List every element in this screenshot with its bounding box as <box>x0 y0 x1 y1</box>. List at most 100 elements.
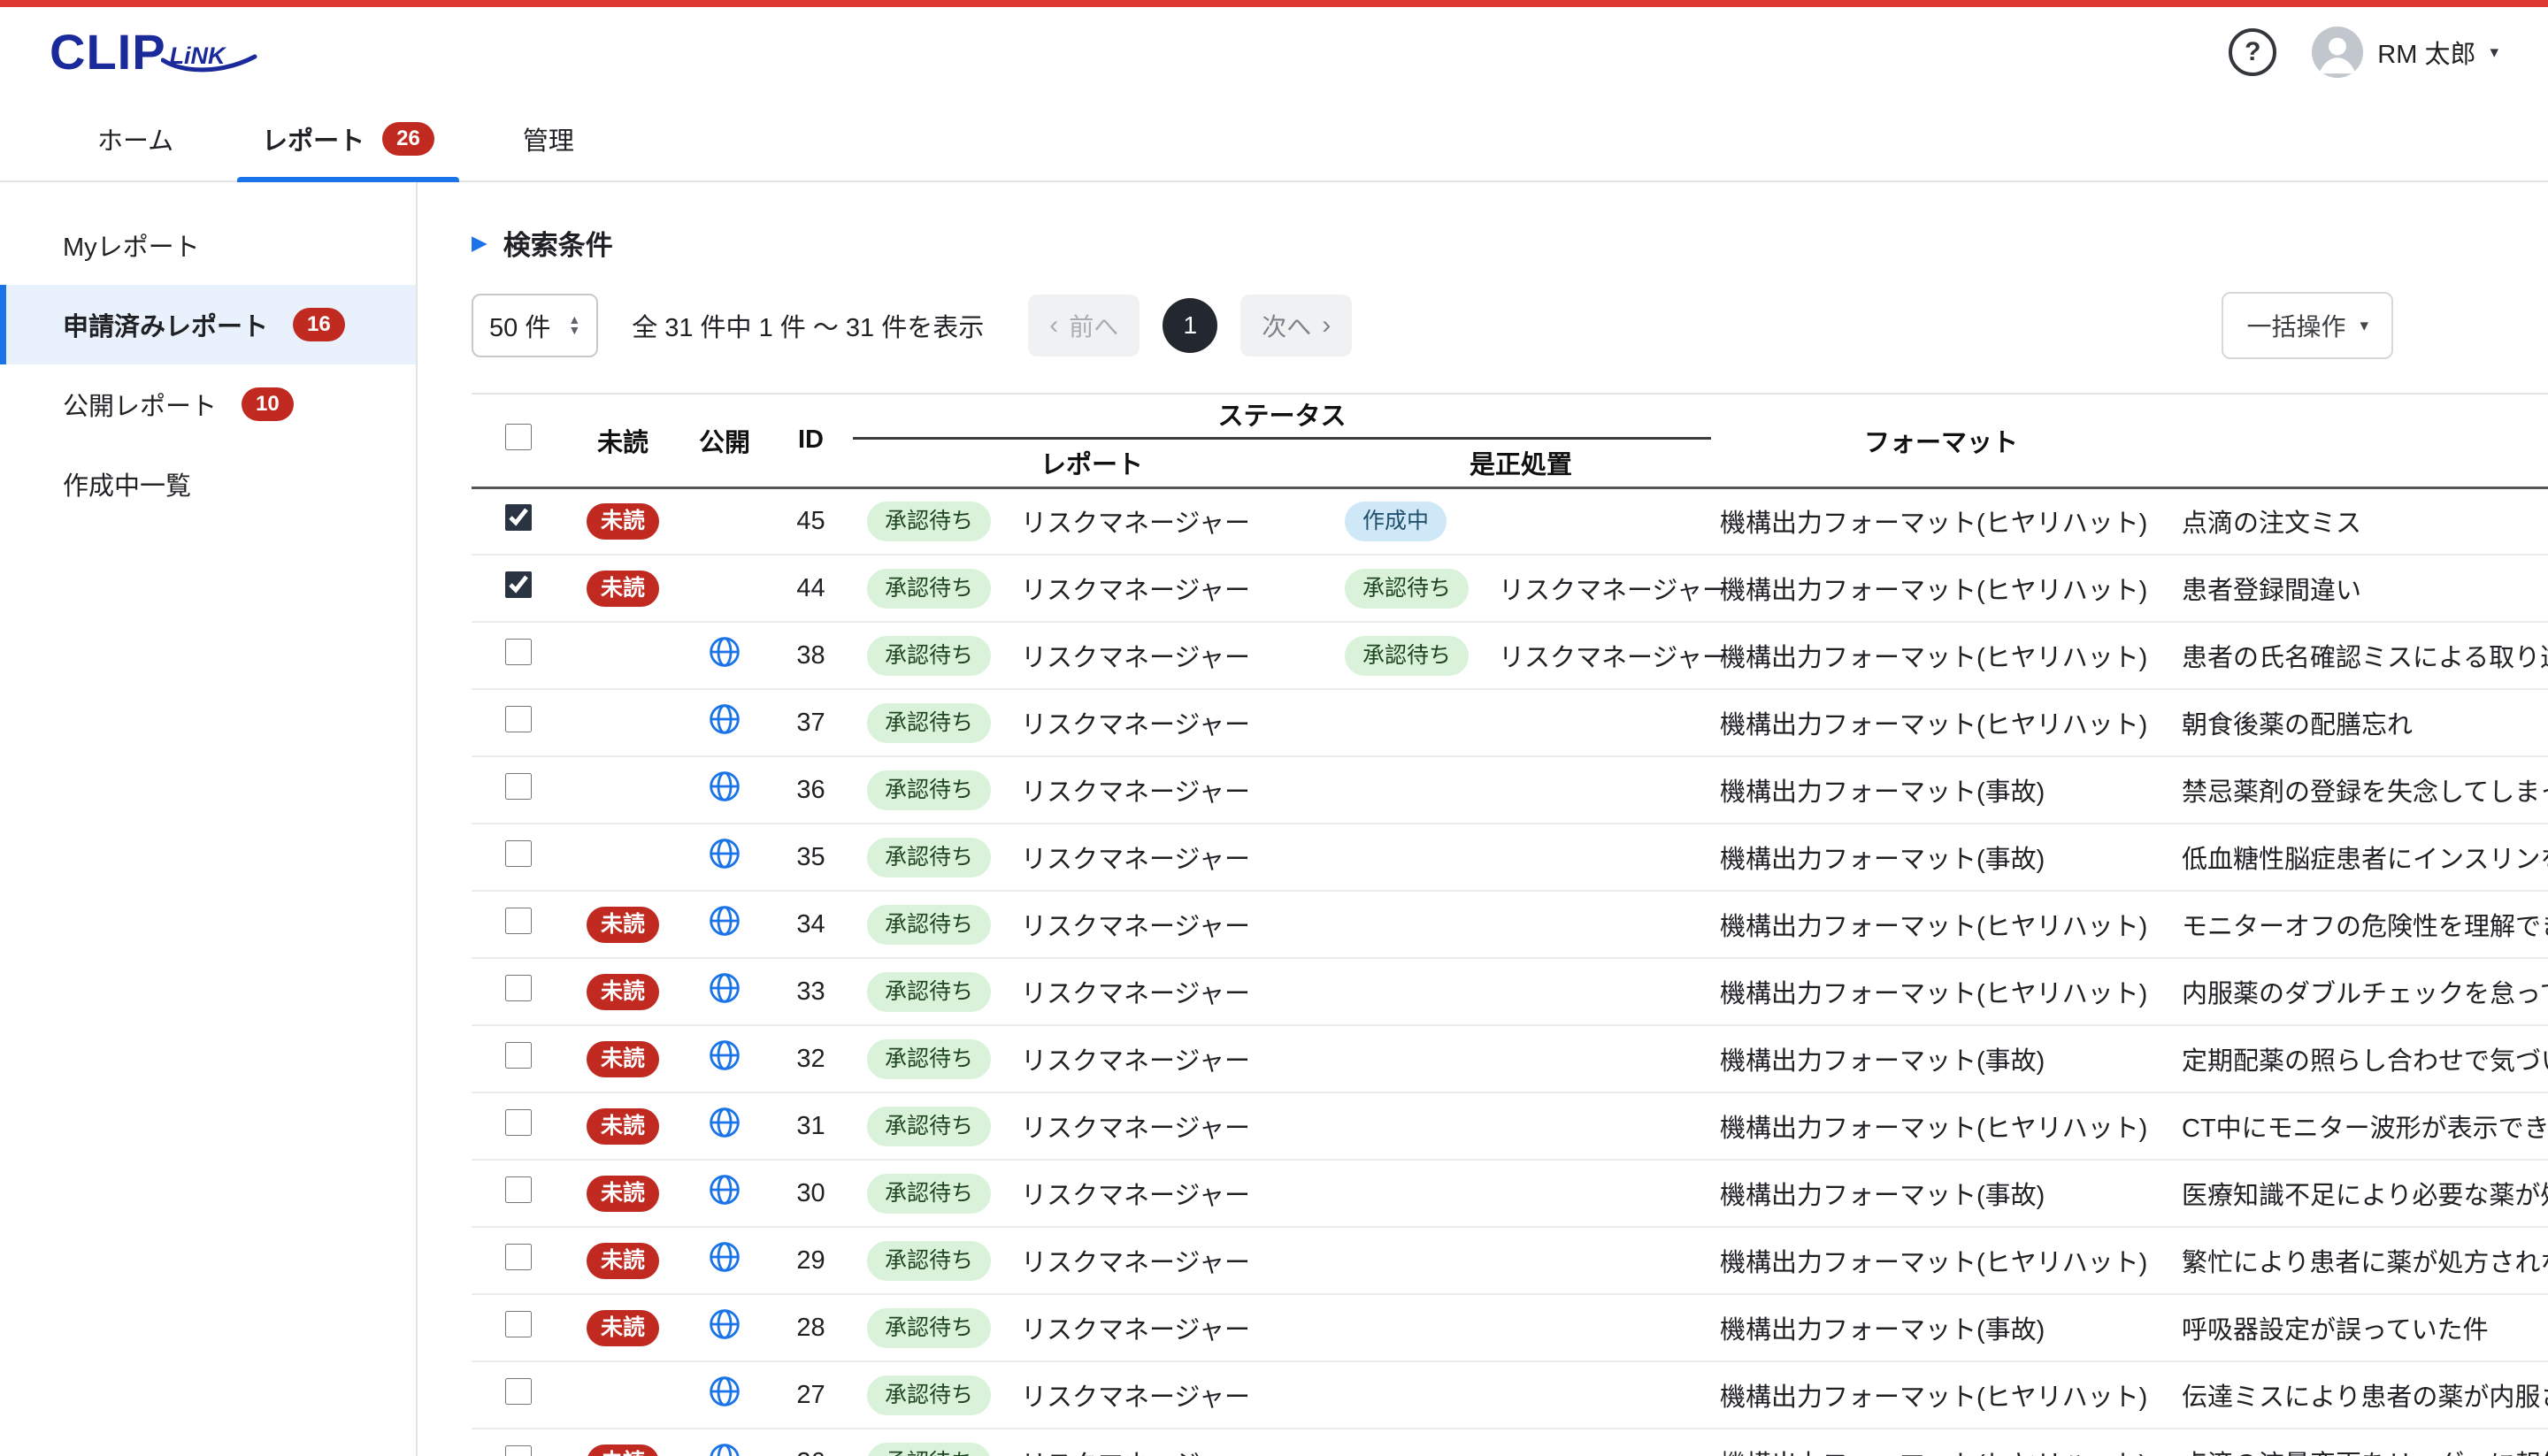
top-accent-bar <box>0 0 2548 7</box>
corrective-owner: リスクマネージャー <box>1499 644 1728 672</box>
sidebar: Myレポート 申請済みレポート 16 公開レポート 10 作成中一覧 <box>0 182 418 1456</box>
chevron-down-icon: ▾ <box>2360 316 2368 335</box>
table-row[interactable]: 未読 33 承認待ち リスクマネージャー 機構出力フォーマット(ヒヤリハット) … <box>472 958 2548 1026</box>
table-row[interactable]: 未読 30 承認待ち リスクマネージャー 機構出力フォーマット(事故) 医療知識… <box>472 1160 2548 1228</box>
report-owner: リスクマネージャー <box>1021 778 1250 807</box>
row-checkbox[interactable] <box>505 1176 532 1203</box>
list-toolbar: 50 件 ▲ ▼ 全 31 件中 1 件 〜 31 件を表示 ‹ 前へ 1 次へ… <box>472 292 2393 359</box>
tab-label: レポート <box>262 127 365 156</box>
table-row[interactable]: 未読 29 承認待ち リスクマネージャー 機構出力フォーマット(ヒヤリハット) … <box>472 1227 2548 1295</box>
table-row[interactable]: 未読 31 承認待ち リスクマネージャー 機構出力フォーマット(ヒヤリハット) … <box>472 1092 2548 1161</box>
row-id: 44 <box>769 555 853 623</box>
row-checkbox[interactable] <box>505 1378 532 1405</box>
report-status-badge: 承認待ち <box>867 971 992 1012</box>
select-all-checkbox[interactable] <box>505 423 532 450</box>
user-name: RM 太郎 <box>2377 41 2476 69</box>
report-status-badge: 承認待ち <box>867 1106 992 1146</box>
bulk-action-button[interactable]: 一括操作 ▾ <box>2222 292 2393 359</box>
page-size-value: 50 件 <box>489 314 551 342</box>
row-checkbox[interactable] <box>505 1042 532 1069</box>
row-checkbox[interactable] <box>505 706 532 732</box>
tab-admin[interactable]: 管理 <box>479 97 618 180</box>
row-checkbox[interactable] <box>505 1244 532 1270</box>
tab-reports[interactable]: レポート 26 <box>218 97 479 182</box>
header-status-group: ステータス <box>853 394 1712 440</box>
row-checkbox[interactable] <box>505 1445 532 1456</box>
unread-badge: 未読 <box>586 1444 659 1456</box>
row-checkbox[interactable] <box>505 975 532 1001</box>
row-checkbox[interactable] <box>505 504 532 532</box>
row-id: 45 <box>769 487 853 556</box>
search-conditions-toggle[interactable]: ▶ 検索条件 <box>472 223 2548 263</box>
report-owner: リスクマネージャー <box>1021 644 1250 672</box>
public-globe-icon <box>707 634 742 670</box>
report-owner: リスクマネージャー <box>1021 577 1250 605</box>
pagination: ‹ 前へ 1 次へ › <box>1028 295 1353 356</box>
row-checkbox[interactable] <box>505 1311 532 1337</box>
sidebar-item-drafts[interactable]: 作成中一覧 <box>0 444 416 524</box>
help-button[interactable]: ? <box>2229 28 2277 76</box>
tab-label: 管理 <box>522 127 574 156</box>
report-status-badge: 承認待ち <box>867 837 992 877</box>
sidebar-item-public-reports[interactable]: 公開レポート 10 <box>0 364 416 444</box>
row-title: 点滴の流量変更をリーダーに報告せず <box>2171 1429 2548 1456</box>
report-owner: リスクマネージャー <box>1021 1182 1250 1210</box>
chevron-down-icon: ▾ <box>2490 42 2498 62</box>
row-checkbox[interactable] <box>505 639 532 665</box>
unread-badge: 未読 <box>586 502 659 540</box>
sidebar-item-submitted-reports[interactable]: 申請済みレポート 16 <box>0 285 416 364</box>
row-format: 機構出力フォーマット(事故) <box>1711 1025 2172 1093</box>
table-row[interactable]: 未読 45 承認待ち リスクマネージャー 作成中 機構出力フォーマット(ヒヤリハ… <box>472 487 2548 556</box>
report-owner: リスクマネージャー <box>1021 980 1250 1008</box>
row-id: 31 <box>769 1092 853 1161</box>
table-row[interactable]: 37 承認待ち リスクマネージャー 機構出力フォーマット(ヒヤリハット) 朝食後… <box>472 689 2548 757</box>
table-row[interactable]: 未読 44 承認待ち リスクマネージャー 承認待ち リスクマネージャー 機構出力… <box>472 555 2548 623</box>
user-menu[interactable]: RM 太郎 ▾ <box>2312 27 2498 78</box>
search-conditions-title: 検索条件 <box>503 230 613 261</box>
header-id: ID <box>769 394 853 489</box>
public-globe-icon <box>707 903 742 939</box>
report-status-badge: 承認待ち <box>867 770 992 810</box>
sidebar-item-label: Myレポート <box>63 234 200 262</box>
table-row[interactable]: 未読 32 承認待ち リスクマネージャー 機構出力フォーマット(事故) 定期配薬… <box>472 1025 2548 1093</box>
row-checkbox[interactable] <box>505 840 532 867</box>
row-title: 患者の氏名確認ミスによる取り違え <box>2171 622 2548 690</box>
current-page-indicator[interactable]: 1 <box>1163 298 1218 353</box>
table-row[interactable]: 35 承認待ち リスクマネージャー 機構出力フォーマット(事故) 低血糖性脳症患… <box>472 824 2548 892</box>
table-row[interactable]: 38 承認待ち リスクマネージャー 承認待ち リスクマネージャー 機構出力フォー… <box>472 622 2548 690</box>
corrective-status-badge: 承認待ち <box>1345 635 1470 676</box>
app-logo[interactable]: CLIP LiNK <box>50 27 257 77</box>
row-id: 38 <box>769 622 853 690</box>
next-page-button[interactable]: 次へ › <box>1240 295 1353 356</box>
table-row[interactable]: 27 承認待ち リスクマネージャー 機構出力フォーマット(ヒヤリハット) 伝達ミ… <box>472 1361 2548 1429</box>
table-row[interactable]: 未読 34 承認待ち リスクマネージャー 機構出力フォーマット(ヒヤリハット) … <box>472 891 2548 959</box>
unread-badge: 未読 <box>586 906 659 943</box>
row-id: 29 <box>769 1227 853 1295</box>
header-corrective: 是正処置 <box>1331 438 1712 489</box>
row-checkbox[interactable] <box>505 773 532 800</box>
row-title: 点滴の注文ミス <box>2171 487 2548 556</box>
result-range-text: 全 31 件中 1 件 〜 31 件を表示 <box>632 314 985 342</box>
unread-badge: 未読 <box>586 1107 659 1145</box>
row-format: 機構出力フォーマット(事故) <box>1711 824 2172 892</box>
report-status-badge: 承認待ち <box>867 1375 992 1415</box>
row-format: 機構出力フォーマット(ヒヤリハット) <box>1711 1429 2172 1456</box>
row-checkbox[interactable] <box>505 1109 532 1136</box>
prev-label: 前へ <box>1069 313 1119 341</box>
table-row[interactable]: 未読 28 承認待ち リスクマネージャー 機構出力フォーマット(事故) 呼吸器設… <box>472 1294 2548 1362</box>
row-title: 伝達ミスにより患者の薬が内服されず <box>2171 1361 2548 1429</box>
prev-page-button[interactable]: ‹ 前へ <box>1028 295 1140 356</box>
public-globe-icon <box>707 970 742 1006</box>
table-row[interactable]: 未読 26 承認待ち リスクマネージャー 機構出力フォーマット(ヒヤリハット) … <box>472 1429 2548 1456</box>
row-id: 35 <box>769 824 853 892</box>
row-title: モニターオフの危険性を理解できず <box>2171 891 2548 959</box>
table-row[interactable]: 36 承認待ち リスクマネージャー 機構出力フォーマット(事故) 禁忌薬剤の登録… <box>472 756 2548 824</box>
chevron-right-icon: › <box>1322 310 1332 340</box>
row-checkbox[interactable] <box>505 908 532 934</box>
row-id: 34 <box>769 891 853 959</box>
page-size-select[interactable]: 50 件 ▲ ▼ <box>472 294 599 357</box>
row-format: 機構出力フォーマット(ヒヤリハット) <box>1711 487 2172 556</box>
tab-home[interactable]: ホーム <box>53 97 218 180</box>
row-checkbox[interactable] <box>505 571 532 598</box>
sidebar-item-my-reports[interactable]: Myレポート <box>0 205 416 285</box>
